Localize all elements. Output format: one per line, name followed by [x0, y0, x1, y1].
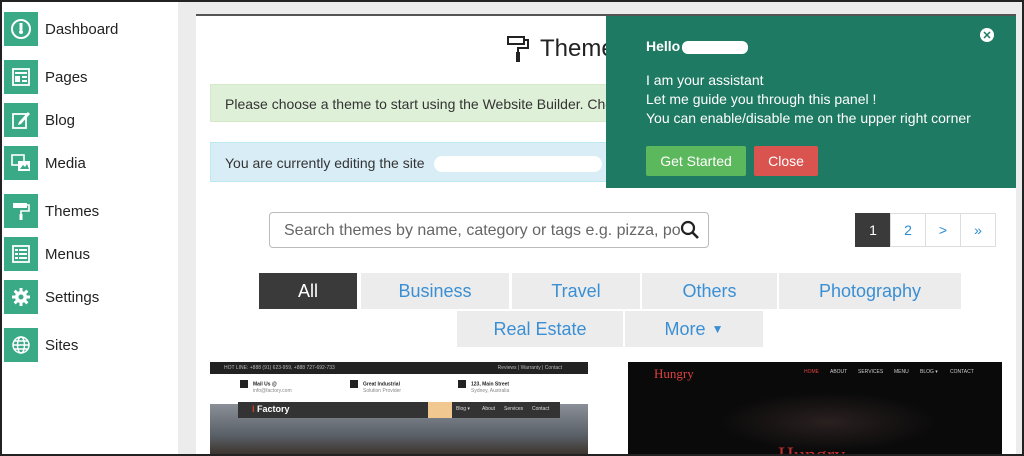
sidebar-item-blog[interactable]: Blog: [4, 103, 75, 137]
award-icon: [350, 380, 358, 388]
assistant-line: You can enable/disable me on the upper r…: [646, 110, 971, 126]
thumb-nav-item: ABOUT: [830, 369, 848, 375]
sidebar-item-label: Themes: [45, 202, 100, 220]
thumb-nav-item: HOME: [804, 369, 819, 375]
pagination: 1 2 > »: [855, 213, 996, 247]
redacted-site-name: [434, 156, 603, 173]
thumb-nav-item: Contact: [532, 406, 550, 412]
thumb-nav-item: Blog ▾: [456, 406, 470, 412]
last-page-button[interactable]: »: [960, 213, 996, 247]
sidebar-item-label: Pages: [45, 68, 88, 86]
thumb-hero-title: Hungry: [778, 442, 846, 456]
theme-search: [269, 212, 709, 249]
thumb-topbar-links: Reviews | Warranty | Contact: [497, 365, 562, 371]
page-1-button[interactable]: 1: [855, 213, 891, 247]
tab-photography[interactable]: Photography: [779, 273, 961, 309]
gear-icon: [4, 280, 38, 314]
mail-icon: [240, 380, 248, 388]
tab-all[interactable]: All: [259, 273, 357, 309]
thumb-topbar: HOT LINE: +888 (91) 623-959, +888 727-69…: [210, 362, 588, 374]
sidebar-item-dashboard[interactable]: Dashboard: [4, 12, 118, 46]
thumb-nav-item: BLOG ▾: [920, 369, 938, 375]
assistant-greeting: Hello: [646, 38, 749, 54]
thumb-nav-item: CONTACT: [950, 369, 974, 375]
redacted-username: [682, 40, 749, 54]
close-button[interactable]: Close: [754, 146, 818, 176]
thumb-navbar: ǀ Factory Blog ▾ About Services Contact: [238, 402, 560, 418]
page-title: Theme: [506, 34, 615, 64]
thumb-topbar-text: HOT LINE: +888 (91) 623-959, +888 727-69…: [224, 365, 335, 371]
sidebar-item-label: Settings: [45, 288, 100, 306]
sidebar-item-pages[interactable]: Pages: [4, 60, 88, 94]
thumb-logo: Hungry: [654, 366, 694, 381]
blog-icon: [4, 103, 38, 137]
menus-icon: [4, 237, 38, 271]
theme-thumbnail-hungry[interactable]: Hungry HOME ABOUT SERVICES MENU BLOG ▾ C…: [628, 362, 1002, 456]
sidebar-item-media[interactable]: Media: [4, 146, 86, 180]
sidebar: Dashboard Pages Blog Media Themes Menus: [2, 2, 178, 454]
page-2-button[interactable]: 2: [890, 213, 926, 247]
thumb-nav-highlight: [428, 402, 452, 418]
thumb-info-sub: info@factory.com: [253, 388, 292, 394]
assistant-line: Let me guide you through this panel !: [646, 91, 877, 107]
thumb-logo: ǀ Factory: [252, 404, 290, 414]
thumb-info-bar: Mail Us @ info@factory.com Great Industr…: [210, 374, 588, 404]
media-icon: [4, 146, 38, 180]
page-title-text: Theme: [540, 35, 615, 62]
tab-more-label: More: [664, 318, 706, 339]
get-started-button[interactable]: Get Started: [646, 146, 746, 176]
thumb-nav-item: About: [482, 406, 496, 412]
sidebar-item-label: Sites: [45, 336, 79, 354]
paint-roller-icon: [507, 36, 529, 62]
thumb-nav-item: Services: [504, 406, 524, 412]
assistant-hello: Hello: [646, 38, 681, 54]
next-page-button[interactable]: >: [925, 213, 961, 247]
editing-site-alert: You are currently editing the site ✎: [210, 142, 630, 182]
tab-travel[interactable]: Travel: [512, 273, 640, 309]
tab-real-estate[interactable]: Real Estate: [457, 311, 623, 347]
sidebar-item-label: Menus: [45, 245, 91, 263]
choose-theme-alert: Please choose a theme to start using the…: [210, 84, 630, 122]
assistant-message: I am your assistant Let me guide you thr…: [646, 71, 971, 128]
alert-text: You are currently editing the site: [225, 155, 425, 171]
sidebar-item-settings[interactable]: Settings: [4, 280, 99, 314]
theme-thumbnail-factory[interactable]: HOT LINE: +888 (91) 623-959, +888 727-69…: [210, 362, 588, 456]
sidebar-item-themes[interactable]: Themes: [4, 194, 99, 228]
thumb-info-title: 123, Main Street: [471, 381, 510, 388]
search-icon[interactable]: [680, 220, 700, 240]
sidebar-item-label: Media: [45, 154, 86, 172]
pages-icon: [4, 60, 38, 94]
thumb-info-sub: Solution Provider: [363, 388, 402, 394]
sidebar-item-label: Dashboard: [45, 20, 119, 38]
thumb-info-title: Great Industrial: [363, 381, 400, 388]
thumb-nav-item: SERVICES: [858, 369, 884, 375]
tab-business[interactable]: Business: [361, 273, 509, 309]
close-icon[interactable]: ✕: [980, 28, 994, 42]
globe-icon: [4, 328, 38, 362]
thumb-nav-item: MENU: [894, 369, 909, 375]
assistant-line: I am your assistant: [646, 72, 764, 88]
sidebar-item-label: Blog: [45, 111, 76, 129]
assistant-panel: Hello ✕ I am your assistant Let me guide…: [606, 16, 1016, 188]
thumb-info-sub: Sydney, Australia: [471, 388, 510, 394]
search-input[interactable]: [282, 213, 686, 249]
sidebar-item-sites[interactable]: Sites: [4, 328, 78, 362]
paint-roller-icon: [4, 194, 38, 228]
alert-text: Please choose a theme to start using the…: [225, 96, 621, 112]
caret-down-icon: ▼: [711, 322, 724, 336]
dashboard-icon: [4, 12, 38, 46]
location-icon: [458, 380, 466, 388]
thumb-info-title: Mail Us @: [253, 381, 277, 388]
tab-others[interactable]: Others: [642, 273, 777, 309]
tab-more[interactable]: More ▼: [625, 311, 763, 347]
sidebar-item-menus[interactable]: Menus: [4, 237, 90, 271]
